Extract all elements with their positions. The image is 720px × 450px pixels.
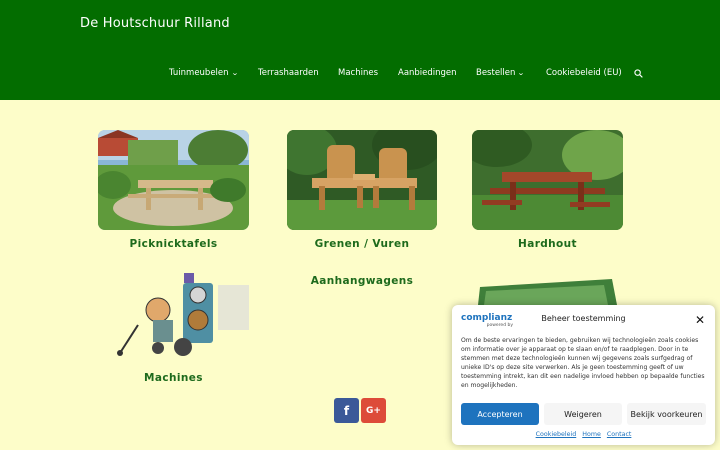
nav-item-tuinmeubelen[interactable]: Tuinmeubelen ⌄ [169,68,239,78]
tile-label-hardhout[interactable]: Hardhout [472,238,623,250]
nav-label: Machines [338,68,379,78]
cookie-consent-dialog: complianz powered by Beheer toestemming … [452,305,715,445]
dialog-text: Om de beste ervaringen te bieden, gebrui… [461,337,705,390]
dialog-title: Beheer toestemming [541,314,626,323]
nav-item-cookiebeleid[interactable]: Cookiebeleid (EU) [546,68,622,78]
tile-image-picknicktafels[interactable] [98,130,249,230]
nav-label: Tuinmeubelen [169,68,229,78]
nav-label: Aanbiedingen [398,68,457,78]
google-plus-glyph: G+ [366,405,381,416]
chevron-down-icon: ⌄ [230,69,239,77]
accept-button[interactable]: Accepteren [461,403,539,425]
tile-image-aanbiedingen[interactable] [472,265,623,305]
facebook-icon[interactable]: f [334,398,359,423]
google-plus-icon[interactable]: G+ [361,398,386,423]
close-icon[interactable]: ✕ [695,313,705,327]
site-header: De Houtschuur Rilland Tuinmeubelen ⌄ Ter… [0,0,720,100]
tile-image-machines[interactable] [98,265,249,365]
nav-item-bestellen[interactable]: Bestellen ⌄ [476,68,526,78]
nav-item-terrashaarden[interactable]: Terrashaarden [258,68,319,78]
facebook-glyph: f [343,403,350,418]
deny-button[interactable]: Weigeren [544,403,622,425]
nav-label: Terrashaarden [258,68,319,78]
nav-label: Cookiebeleid (EU) [546,68,622,78]
view-preferences-button[interactable]: Bekijk voorkeuren [627,403,706,425]
search-icon[interactable] [634,69,643,78]
tile-label-grenen-vuren[interactable]: Grenen / Vuren [287,238,437,250]
tile-image-grenen-vuren[interactable] [287,130,437,230]
nav-label: Bestellen [476,68,516,78]
site-title[interactable]: De Houtschuur Rilland [80,16,230,31]
brand-sub: powered by [486,323,513,328]
nav-item-machines[interactable]: Machines [338,68,378,78]
tile-label-machines[interactable]: Machines [98,372,249,384]
link-contact[interactable]: Contact [607,431,632,438]
dialog-links: Cookiebeleid Home Contact [452,431,715,438]
tile-image-hardhout[interactable] [472,130,623,230]
nav-item-aanbiedingen[interactable]: Aanbiedingen [398,68,457,78]
tile-label-picknicktafels[interactable]: Picknicktafels [98,238,249,250]
link-home[interactable]: Home [582,431,601,438]
tile-label-aanhangwagens[interactable]: Aanhangwagens [287,275,437,287]
link-cookiebeleid[interactable]: Cookiebeleid [536,431,577,438]
main-nav: Tuinmeubelen ⌄ Terrashaarden Machines Aa… [0,68,720,82]
chevron-down-icon: ⌄ [517,69,526,77]
